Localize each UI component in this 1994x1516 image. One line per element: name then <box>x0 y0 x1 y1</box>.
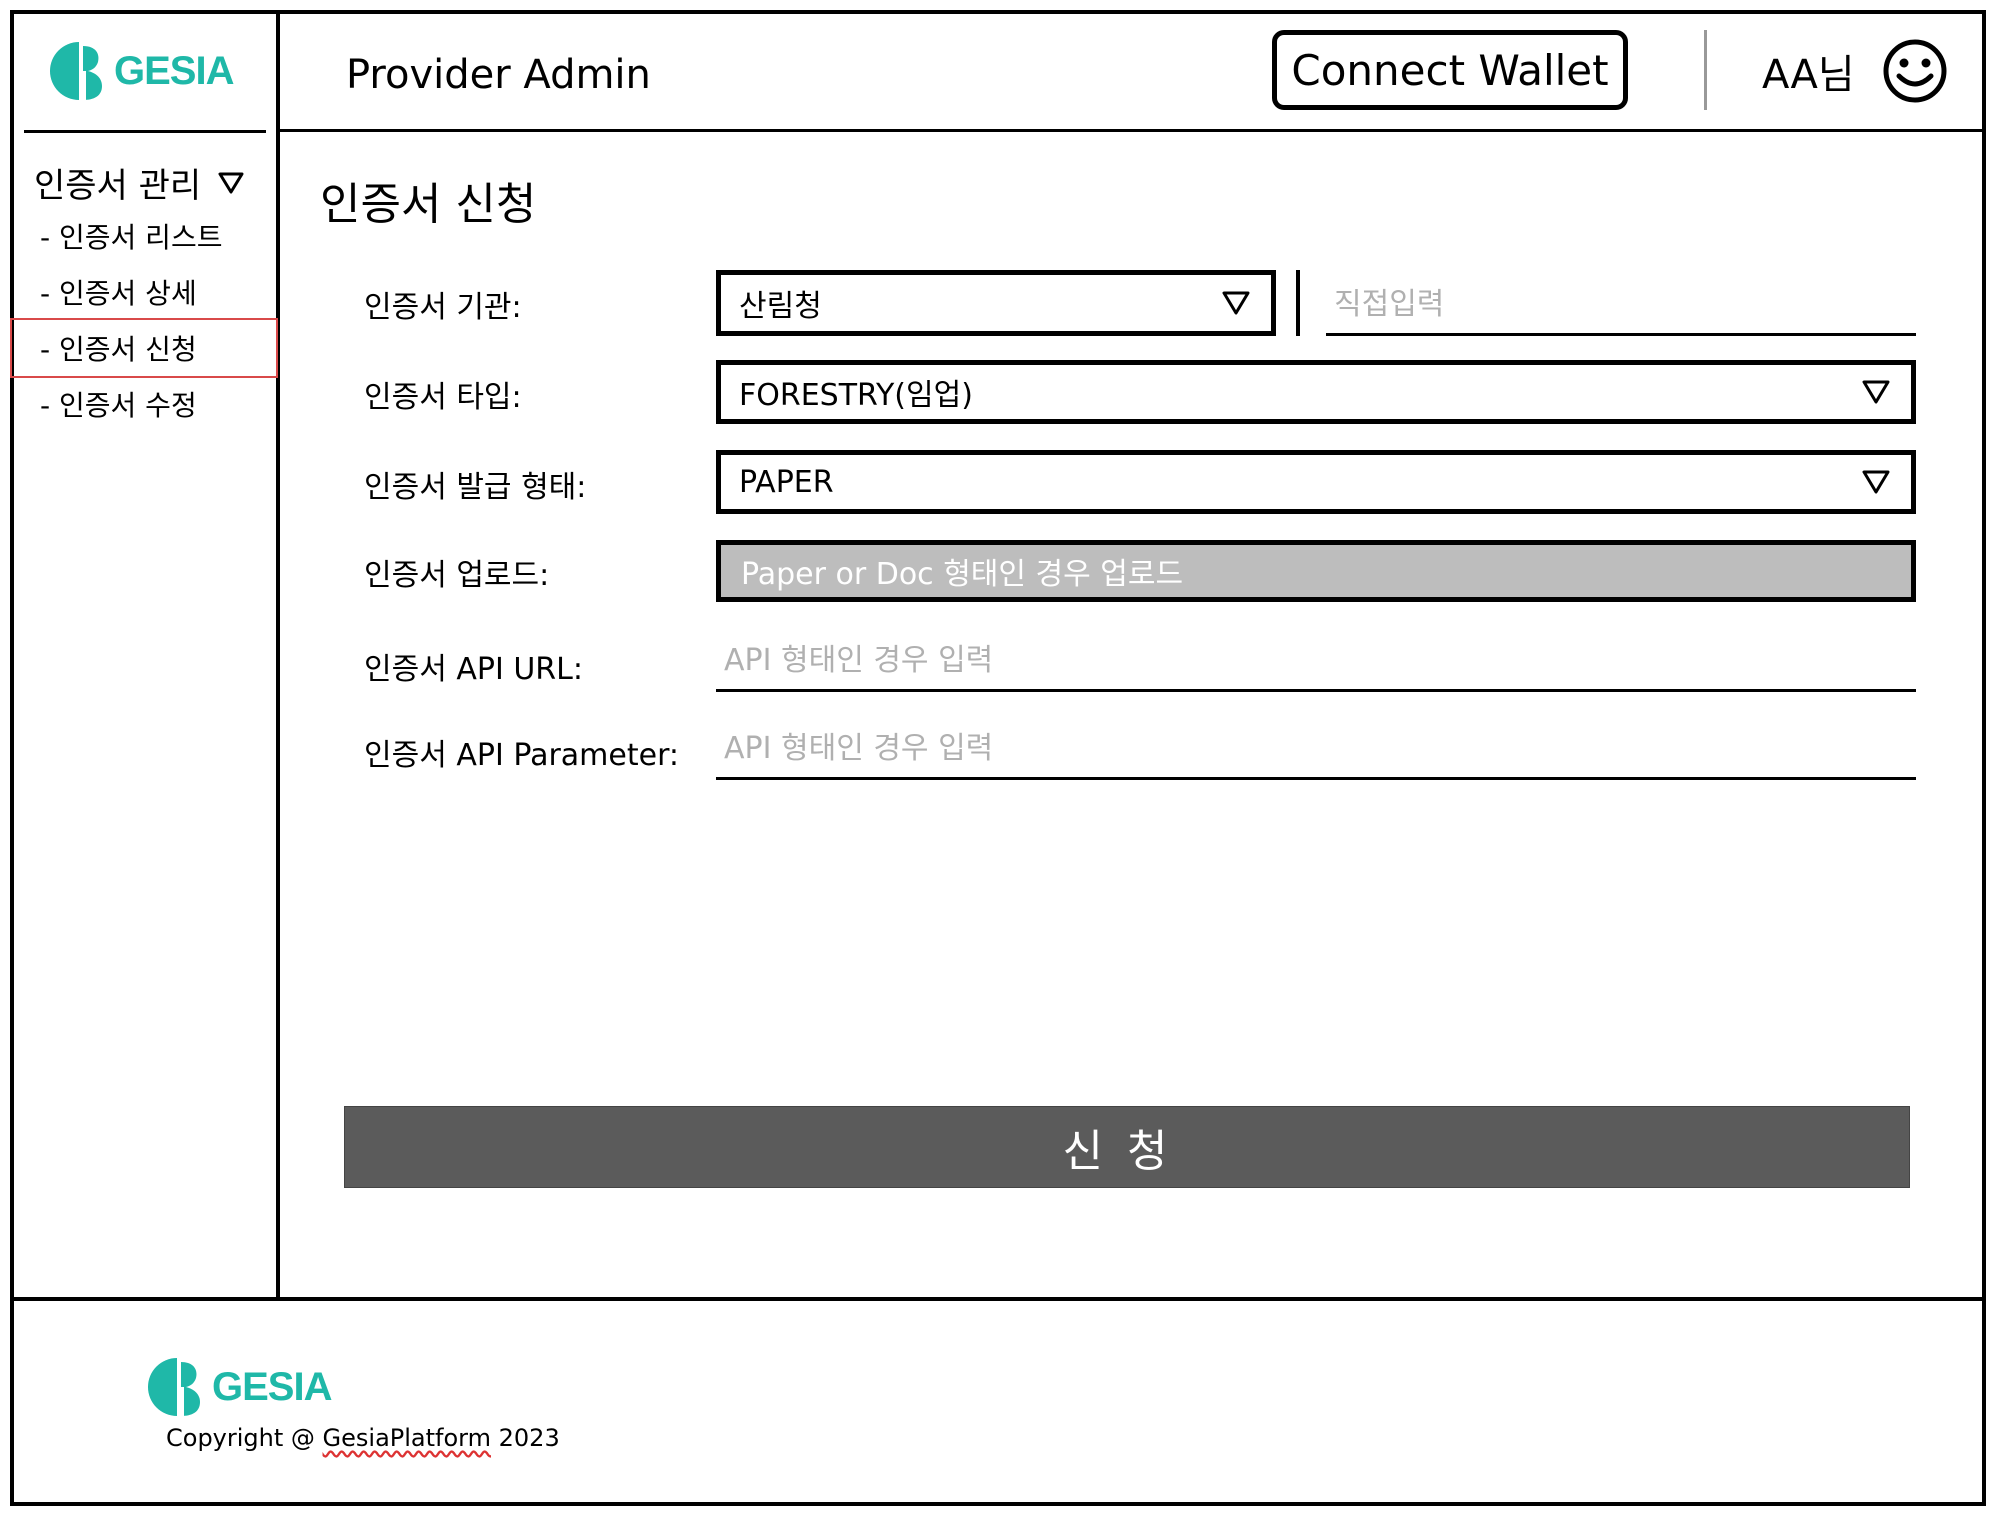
sidebar-item-certificate-detail[interactable]: - 인증서 상세 <box>40 272 197 312</box>
sidebar-item-certificate-edit[interactable]: - 인증서 수정 <box>40 384 197 424</box>
type-select-value: FORESTRY(임업) <box>739 378 973 413</box>
sidebar-group-certificate-management[interactable]: 인증서 관리 <box>34 158 245 207</box>
upload-placeholder: Paper or Doc 형태인 경우 업로드 <box>741 557 1184 592</box>
logo-text: GESIA <box>114 48 234 93</box>
copyright-brand: GesiaPlatform <box>322 1424 491 1452</box>
api-url-placeholder: API 형태인 경우 입력 <box>724 643 994 678</box>
gesia-logo-icon <box>147 1358 200 1416</box>
type-select[interactable]: FORESTRY(임업) <box>716 360 1916 424</box>
header-vertical-divider <box>1704 30 1707 110</box>
sidebar-item-certificate-list[interactable]: - 인증서 리스트 <box>40 216 222 256</box>
header-logo[interactable]: GESIA <box>48 40 234 102</box>
copyright-text: Copyright @ GesiaPlatform 2023 <box>166 1424 560 1452</box>
agency-label: 인증서 기관: <box>364 290 522 325</box>
footer-logo-text: GESIA <box>212 1364 332 1409</box>
upload-label: 인증서 업로드: <box>364 558 550 593</box>
agency-direct-input-placeholder: 직접입력 <box>1334 287 1445 322</box>
user-name[interactable]: AA님 <box>1762 42 1855 100</box>
api-parameter-input[interactable]: API 형태인 경우 입력 <box>716 712 1916 780</box>
api-url-label: 인증서 API URL: <box>364 652 583 687</box>
certificate-upload-field[interactable]: Paper or Doc 형태인 경우 업로드 <box>716 540 1916 602</box>
header-divider <box>280 129 1986 132</box>
agency-select[interactable]: 산림청 <box>716 270 1276 336</box>
smiley-icon[interactable] <box>1882 38 1948 104</box>
app-title: Provider Admin <box>346 52 651 98</box>
footer-logo: GESIA <box>146 1356 332 1418</box>
agency-direct-input[interactable]: 직접입력 <box>1326 270 1916 336</box>
issue-form-select[interactable]: PAPER <box>716 450 1916 514</box>
agency-input-divider <box>1296 270 1300 336</box>
gesia-logo-icon <box>49 42 102 100</box>
type-label: 인증서 타입: <box>364 380 522 415</box>
logo-divider <box>24 130 266 133</box>
copyright-year: 2023 <box>491 1424 560 1452</box>
sidebar-divider <box>276 10 280 1297</box>
connect-wallet-button[interactable]: Connect Wallet <box>1272 30 1628 110</box>
page-title: 인증서 신청 <box>320 179 537 230</box>
triangle-down-icon <box>1862 380 1890 404</box>
api-parameter-placeholder: API 형태인 경우 입력 <box>724 731 994 766</box>
triangle-down-icon <box>1862 470 1890 494</box>
copyright-prefix: Copyright @ <box>166 1424 323 1452</box>
submit-button[interactable]: 신청 <box>344 1106 1910 1188</box>
agency-select-value: 산림청 <box>739 289 822 324</box>
triangle-down-icon <box>1222 291 1250 315</box>
issue-form-label: 인증서 발급 형태: <box>364 470 587 505</box>
api-url-input[interactable]: API 형태인 경우 입력 <box>716 624 1916 692</box>
sidebar-item-certificate-apply[interactable]: - 인증서 신청 <box>40 328 197 368</box>
issue-form-select-value: PAPER <box>739 464 834 500</box>
triangle-down-icon <box>218 172 244 193</box>
api-parameter-label: 인증서 API Parameter: <box>364 738 679 773</box>
footer-divider <box>10 1297 1986 1301</box>
sidebar-group-label: 인증서 관리 <box>34 166 202 206</box>
